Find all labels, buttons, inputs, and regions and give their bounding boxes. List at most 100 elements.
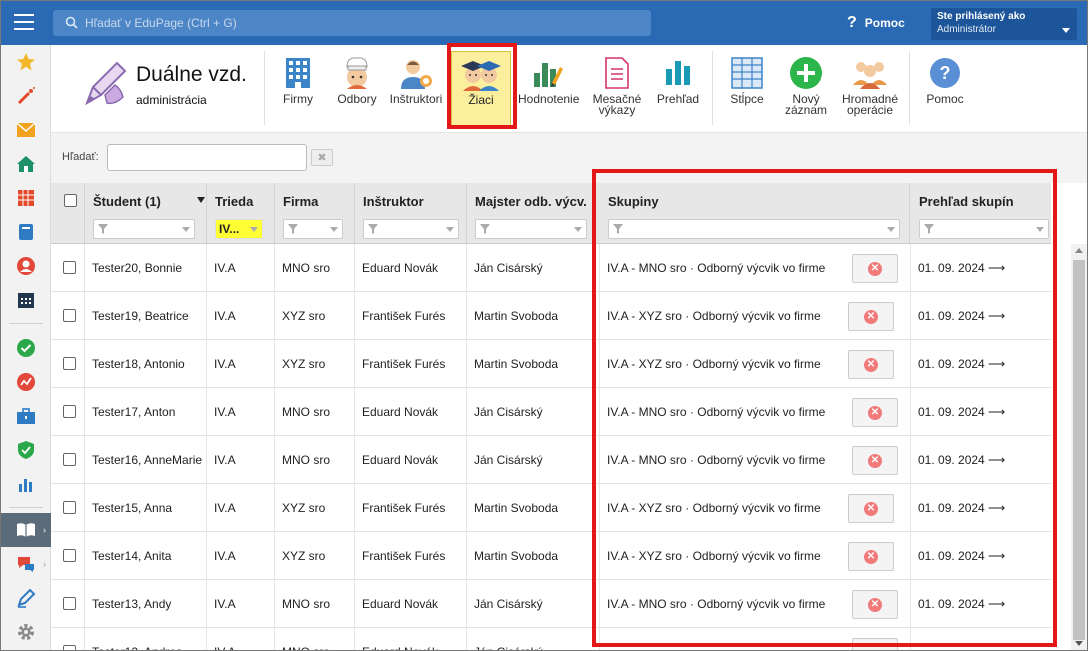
remove-group-button[interactable]: ✕ (848, 494, 894, 523)
cell-group-overview[interactable]: 01. 09. 2024 ⟶ (911, 292, 1051, 340)
global-search[interactable] (53, 10, 651, 36)
cell-student[interactable]: Tester13, Andy (85, 580, 207, 628)
cell-student[interactable]: Tester19, Beatrice (85, 292, 207, 340)
table-row[interactable]: Tester12, AndreaIV.AMNO sroEduard NovákJ… (51, 628, 1051, 650)
scrollbar-thumb[interactable] (1073, 260, 1085, 640)
cell-group-overview[interactable]: 01. 09. 2024 ⟶ (911, 580, 1051, 628)
briefcase-icon[interactable] (1, 399, 51, 433)
tool-instruktori[interactable]: Inštruktori (386, 51, 446, 127)
remove-group-button[interactable]: ✕ (848, 542, 894, 571)
bar-chart-icon[interactable] (1, 467, 51, 501)
tool-pomoc[interactable]: ? Pomoc (915, 51, 975, 127)
cell-group-overview[interactable]: 01. 09. 2024 ⟶ (911, 484, 1051, 532)
row-checkbox[interactable] (63, 357, 76, 370)
user-menu[interactable]: Ste prihlásený ako Administrátor (931, 8, 1077, 40)
filter-instructor[interactable] (363, 219, 459, 239)
remove-group-button[interactable]: ✕ (848, 350, 894, 379)
star-icon[interactable] (1, 45, 51, 79)
table-row[interactable]: Tester15, Anna IV.A XYZ sro František Furés… (51, 484, 1051, 532)
cell-student[interactable]: Tester16, AnneMarie (85, 436, 207, 484)
cell-student[interactable]: Tester12, Andrea (85, 628, 207, 650)
cell-student[interactable]: Tester17, Anton (85, 388, 207, 436)
chart-badge-icon[interactable] (1, 365, 51, 399)
cell-group-overview[interactable]: 01. 09. 2024 ⟶ (911, 244, 1051, 292)
filter-company[interactable] (283, 219, 343, 239)
global-search-input[interactable] (85, 14, 625, 32)
shield-check-icon[interactable] (1, 433, 51, 467)
person-icon[interactable] (1, 249, 51, 283)
table-row[interactable]: Tester19, Beatrice IV.A XYZ sro František F… (51, 292, 1051, 340)
remove-group-button[interactable]: ✕ (852, 446, 898, 475)
select-all-checkbox[interactable] (64, 194, 77, 207)
cell-group-overview[interactable]: 01. 09. 2024 ⟶ (911, 436, 1051, 484)
vertical-scrollbar[interactable] (1071, 244, 1087, 650)
tool-novy-zaznam[interactable]: Nový záznam (776, 51, 836, 127)
cell-student[interactable]: Tester20, Bonnie (85, 244, 207, 292)
remove-group-button[interactable]: ✕ (848, 302, 894, 331)
remove-group-button[interactable]: ✕ (852, 398, 898, 427)
column-groups[interactable]: Skupiny (600, 183, 910, 244)
row-checkbox[interactable] (63, 501, 76, 514)
filter-master[interactable] (475, 219, 587, 239)
row-checkbox[interactable] (63, 453, 76, 466)
cell-student[interactable]: Tester14, Anita (85, 532, 207, 580)
column-student[interactable]: Študent (1) (85, 183, 207, 244)
calendar-icon[interactable] (1, 283, 51, 317)
cell-student[interactable]: Tester15, Anna (85, 484, 207, 532)
tool-hromadne-operacie[interactable]: Hromadné operácie (839, 51, 901, 127)
home-icon[interactable] (1, 147, 51, 181)
tool-firmy[interactable]: Firmy (268, 51, 328, 127)
row-checkbox[interactable] (63, 261, 76, 274)
cell-group-overview[interactable]: 01. 09. 2024 ⟶ (911, 340, 1051, 388)
column-company[interactable]: Firma (275, 183, 355, 244)
tool-ziaci[interactable]: Žiaci (451, 51, 511, 127)
book-icon[interactable] (1, 215, 51, 249)
sort-desc-icon[interactable] (197, 197, 205, 203)
tool-prehlad[interactable]: Prehľad (648, 51, 708, 127)
column-class[interactable]: Trieda IV... (207, 183, 275, 244)
filter-group-overview[interactable] (919, 219, 1049, 239)
menu-icon[interactable] (14, 14, 34, 30)
filter-student[interactable] (93, 219, 195, 239)
remove-group-button[interactable] (852, 638, 898, 650)
chat-icon[interactable]: › (1, 547, 51, 581)
scroll-up-icon[interactable] (1075, 248, 1083, 253)
envelope-icon[interactable] (1, 113, 51, 147)
scroll-down-icon[interactable] (1075, 641, 1083, 646)
calendar-grid-icon[interactable] (1, 181, 51, 215)
pen-icon[interactable] (1, 581, 51, 615)
table-row[interactable]: Tester13, Andy IV.A MNO sro Eduard Novák Ján… (51, 580, 1051, 628)
column-instructor[interactable]: Inštruktor (355, 183, 467, 244)
find-input[interactable] (107, 144, 307, 171)
row-checkbox[interactable] (63, 597, 76, 610)
tool-stlpce[interactable]: Stĺpce (717, 51, 777, 127)
remove-group-button[interactable]: ✕ (852, 590, 898, 619)
cell-group-overview[interactable]: 01. 09. 2024 ⟶ (911, 388, 1051, 436)
table-row[interactable]: Tester14, Anita IV.A XYZ sro František Furé… (51, 532, 1051, 580)
filter-groups[interactable] (608, 219, 900, 239)
row-checkbox[interactable] (63, 645, 76, 650)
gear-icon[interactable] (1, 615, 51, 649)
help-button[interactable]: ? Pomoc (847, 14, 905, 32)
magic-wand-icon[interactable] (1, 79, 51, 113)
tool-mesacne-vykazy[interactable]: Mesačné výkazy (587, 51, 647, 127)
table-row[interactable]: Tester16, AnneMarie IV.A MNO sro Eduard Nov… (51, 436, 1051, 484)
open-book-icon[interactable]: › (1, 513, 51, 547)
filter-class[interactable]: IV... (215, 219, 263, 239)
cell-student[interactable]: Tester18, Antonio (85, 340, 207, 388)
cell-group-overview[interactable] (911, 628, 1051, 650)
column-master[interactable]: Majster odb. výcv. (467, 183, 595, 244)
column-group-overview[interactable]: Prehľad skupín (911, 183, 1051, 244)
tool-odbory[interactable]: Odbory (327, 51, 387, 127)
table-row[interactable]: Tester20, Bonnie IV.A MNO sro Eduard Novák J… (51, 244, 1051, 292)
row-checkbox[interactable] (63, 405, 76, 418)
tool-hodnotenie[interactable]: Hodnotenie (518, 51, 579, 127)
cell-group-overview[interactable]: 01. 09. 2024 ⟶ (911, 532, 1051, 580)
row-checkbox[interactable] (63, 309, 76, 322)
table-row[interactable]: Tester17, Anton IV.A MNO sro Eduard Novák Já… (51, 388, 1051, 436)
clear-search-button[interactable]: ✖ (311, 149, 333, 166)
remove-group-button[interactable]: ✕ (852, 254, 898, 283)
table-row[interactable]: Tester18, Antonio IV.A XYZ sro František Fu… (51, 340, 1051, 388)
row-checkbox[interactable] (63, 549, 76, 562)
check-icon[interactable] (1, 331, 51, 365)
